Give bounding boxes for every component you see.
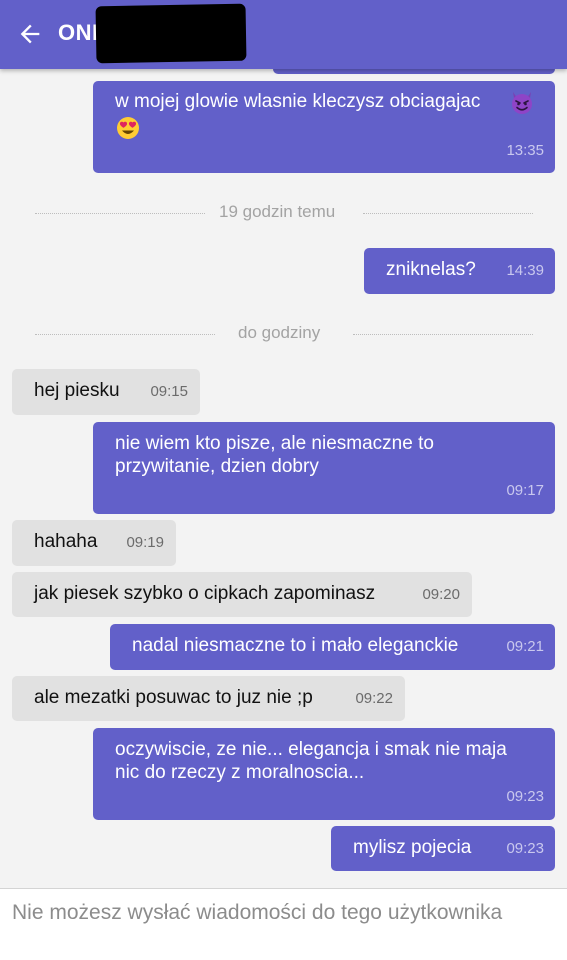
message-time: 09:20 <box>422 586 460 603</box>
message-bubble-outgoing[interactable]: nadal niesmaczne to i mało eleganckie 09… <box>110 624 555 670</box>
message-text: jak piesek szybko o cipkach zapominasz <box>34 583 376 604</box>
message-time: 13:35 <box>506 142 544 159</box>
message-bubble-incoming[interactable]: hahaha 09:19 <box>12 520 176 566</box>
contact-name: ONI <box>58 20 99 45</box>
message-bubble-outgoing[interactable]: mylisz pojecia 09:23 <box>331 826 555 871</box>
message-text: hej piesku <box>34 380 120 401</box>
message-text: nadal niesmaczne to i mało eleganckie <box>132 635 459 656</box>
message-text: w mojej glowie wlasnie kleczysz obciagaj… <box>115 91 481 112</box>
message-time: 14:39 <box>506 262 544 279</box>
chat-screen: ONI w mojej glowie wlasnie kleczysz obci… <box>0 0 567 960</box>
date-separator: do godziny <box>0 323 567 347</box>
separator-line <box>363 213 533 214</box>
app-bar: ONI <box>0 0 567 69</box>
message-time: 09:22 <box>355 690 393 707</box>
composer-disabled-notice: Nie możesz wysłać wiadomości do tego uży… <box>0 888 567 960</box>
message-text: mylisz pojecia <box>353 837 472 858</box>
message-bubble-outgoing[interactable]: zniknelas? 14:39 <box>364 248 555 294</box>
message-bubble-outgoing[interactable]: w mojej glowie wlasnie kleczysz obciagaj… <box>93 81 555 173</box>
message-time: 09:23 <box>506 788 544 805</box>
message-text: oczywiscie, ze nie... elegancja i smak n… <box>115 739 507 760</box>
message-text: przywitanie, dzien dobry <box>115 456 319 477</box>
message-text: nic do rzeczy z moralnoscia... <box>115 762 365 783</box>
message-text: ale mezatki posuwac to juz nie ;p <box>34 687 313 708</box>
message-bubble-incoming[interactable]: jak piesek szybko o cipkach zapominasz 0… <box>12 572 472 617</box>
redaction-box <box>95 3 247 64</box>
cannot-send-message-text: Nie możesz wysłać wiadomości do tego uży… <box>12 901 503 924</box>
message-time: 09:19 <box>126 534 164 551</box>
message-time: 09:21 <box>506 638 544 655</box>
back-button[interactable] <box>10 14 50 54</box>
message-bubble-incoming[interactable]: ale mezatki posuwac to juz nie ;p 09:22 <box>12 676 405 721</box>
heart-eyes-emoji <box>117 117 139 139</box>
separator-line <box>35 334 215 335</box>
date-separator: 19 godzin temu <box>0 202 567 226</box>
message-text: nie wiem kto pisze, ale niesmaczne to <box>115 433 434 454</box>
message-time: 09:23 <box>506 840 544 857</box>
separator-label: 19 godzin temu <box>219 202 336 221</box>
message-bubble-outgoing[interactable]: nie wiem kto pisze, ale niesmaczne to pr… <box>93 422 555 514</box>
separator-label: do godziny <box>238 323 321 342</box>
message-bubble-outgoing[interactable]: oczywiscie, ze nie... elegancja i smak n… <box>93 728 555 820</box>
separator-line <box>353 334 533 335</box>
message-bubble-incoming[interactable]: hej piesku 09:15 <box>12 369 200 415</box>
smiling-devil-emoji <box>512 92 532 114</box>
message-time: 09:17 <box>506 482 544 499</box>
message-text: zniknelas? <box>386 259 476 280</box>
separator-line <box>35 213 205 214</box>
message-time: 09:15 <box>150 383 188 400</box>
arrow-left-icon <box>20 24 40 44</box>
message-text: hahaha <box>34 531 98 552</box>
